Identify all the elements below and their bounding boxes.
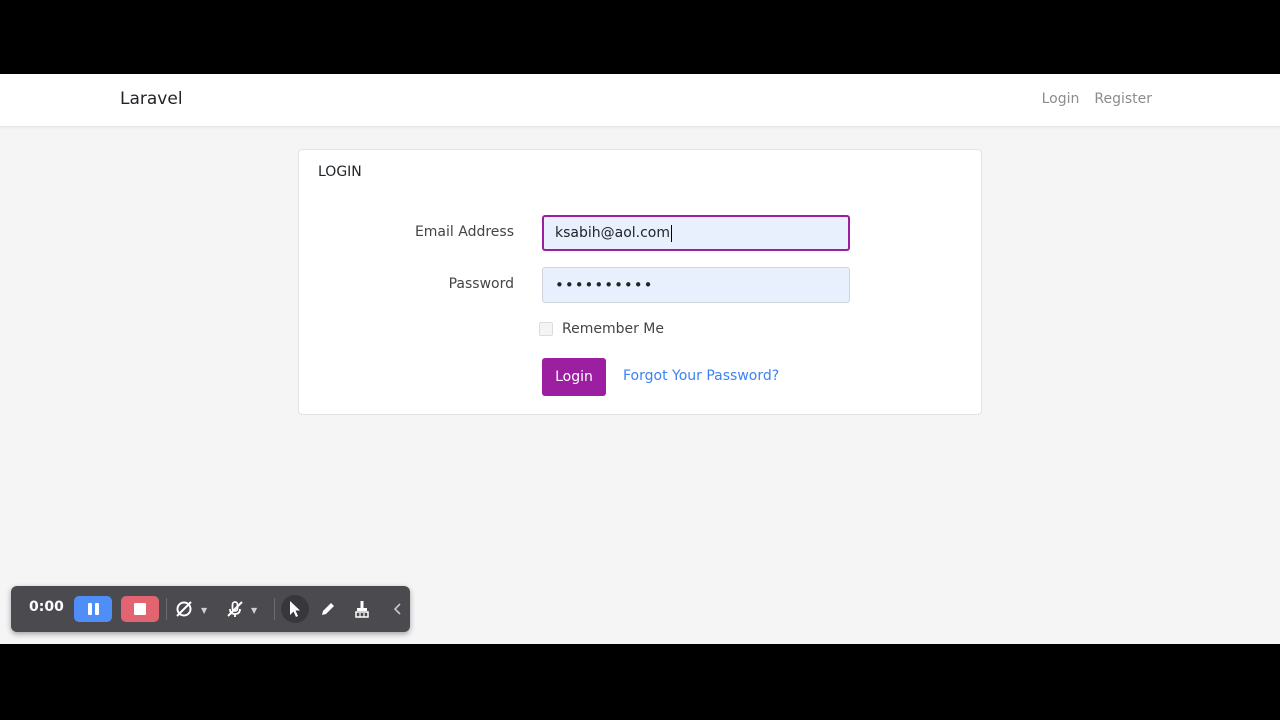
- password-label: Password: [448, 276, 514, 292]
- navbar: Laravel Login Register: [0, 74, 1280, 127]
- password-value: ••••••••••: [555, 276, 654, 294]
- nav-login-link[interactable]: Login: [1042, 91, 1080, 107]
- remember-me-row: Remember Me: [539, 321, 664, 337]
- mic-dropdown-icon[interactable]: ▼: [251, 606, 257, 615]
- stop-icon: [134, 603, 146, 615]
- camera-off-icon: [176, 601, 192, 617]
- browser-viewport: Laravel Login Register LOGIN Email Addre…: [0, 74, 1280, 644]
- password-input[interactable]: ••••••••••: [542, 267, 850, 303]
- nav-links: Login Register: [1042, 91, 1152, 107]
- card-header: LOGIN: [318, 164, 362, 180]
- pen-tool-button[interactable]: [316, 597, 340, 621]
- chevron-left-icon: [393, 603, 401, 615]
- login-card: LOGIN Email Address ksabih@aol.com Passw…: [298, 149, 982, 415]
- pause-button[interactable]: [74, 596, 112, 622]
- email-label: Email Address: [414, 224, 514, 240]
- email-input[interactable]: ksabih@aol.com: [542, 215, 850, 251]
- remember-me-checkbox[interactable]: [539, 322, 553, 336]
- mic-off-icon: [227, 601, 243, 617]
- text-caret: [671, 224, 673, 242]
- letterbox-top: [0, 0, 1280, 74]
- brand-link[interactable]: Laravel: [120, 89, 183, 109]
- recording-timer: 0:00: [29, 599, 64, 615]
- pen-icon: [322, 603, 334, 615]
- mic-toggle-button[interactable]: [223, 597, 247, 621]
- pointer-icon: [290, 601, 300, 617]
- eraser-tool-button[interactable]: [350, 597, 374, 621]
- forgot-password-link[interactable]: Forgot Your Password?: [623, 368, 779, 384]
- pointer-tool-button[interactable]: [281, 595, 309, 623]
- pause-icon: [87, 603, 99, 615]
- stop-button[interactable]: [121, 596, 159, 622]
- email-value: ksabih@aol.com: [555, 225, 671, 241]
- camera-toggle-button[interactable]: [172, 597, 196, 621]
- nav-register-link[interactable]: Register: [1094, 91, 1152, 107]
- login-button[interactable]: Login: [542, 358, 606, 396]
- letterbox-bottom: [0, 644, 1280, 720]
- eraser-icon: [355, 601, 369, 618]
- toolbar-divider: [166, 598, 167, 620]
- collapse-toolbar-button[interactable]: [386, 597, 410, 621]
- toolbar-divider: [274, 598, 275, 620]
- screen-recorder-toolbar: 0:00 ▼ ▼: [11, 586, 410, 632]
- remember-me-label[interactable]: Remember Me: [562, 321, 664, 337]
- camera-dropdown-icon[interactable]: ▼: [201, 606, 207, 615]
